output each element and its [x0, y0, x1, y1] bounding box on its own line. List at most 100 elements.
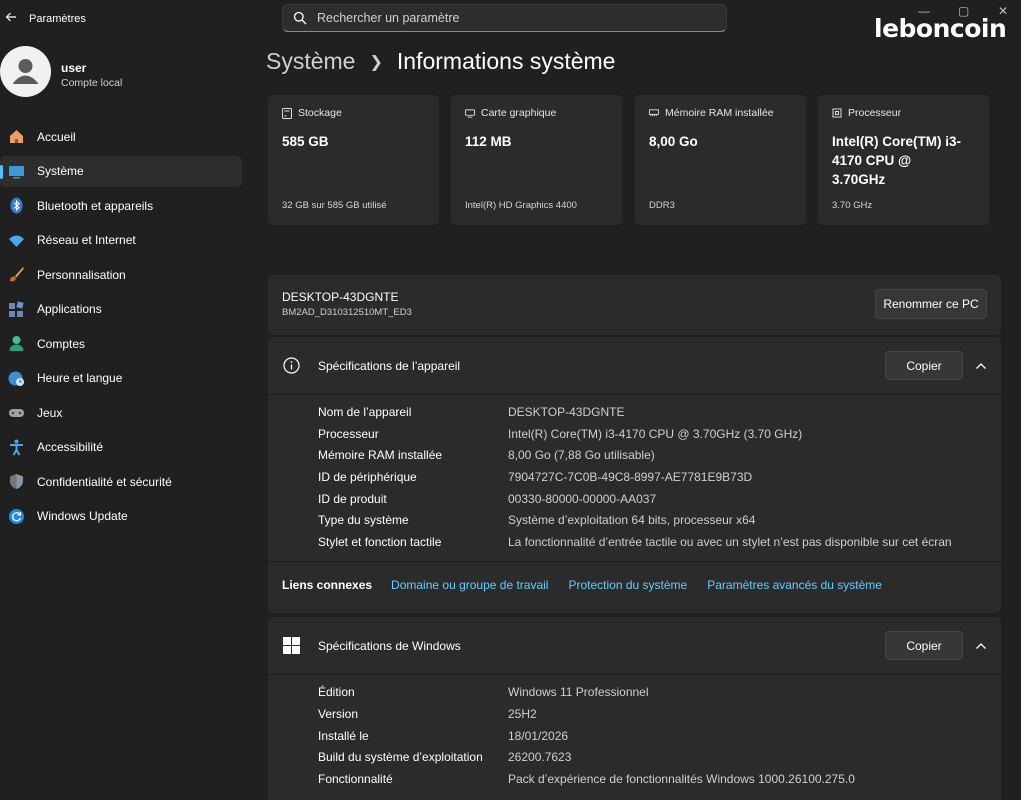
spec-label: Installé le [318, 729, 369, 743]
card-title: Processeur [848, 107, 902, 119]
accessibility-icon [7, 438, 25, 456]
card-title: Stockage [298, 107, 342, 119]
spec-value: 26200.7623 [508, 750, 572, 764]
back-button[interactable] [0, 6, 22, 28]
spec-row: Version 25H2 [318, 707, 537, 728]
device-specs-header[interactable]: Spécifications de l’appareil Copier [268, 337, 1001, 394]
card-title: Mémoire RAM installée [665, 107, 774, 119]
sidebar-item-label: Heure et langue [37, 371, 123, 385]
sidebar-item-label: Bluetooth et appareils [37, 198, 154, 213]
update-icon [7, 507, 25, 525]
spec-value: Système d’exploitation 64 bits, processe… [508, 513, 756, 527]
rename-pc-button[interactable]: Renommer ce PC [875, 289, 987, 319]
ram-icon [649, 108, 659, 118]
sidebar-item-confidentialite[interactable]: Confidentialité et sécurité [0, 466, 242, 497]
device-name: DESKTOP-43DGNTE [282, 290, 399, 304]
device-name-panel: DESKTOP-43DGNTE BM2AD_D310312510MT_ED3 R… [268, 275, 1001, 335]
chevron-up-icon[interactable] [974, 359, 988, 373]
sidebar-item-personnalisation[interactable]: Personnalisation [0, 259, 242, 290]
sidebar-item-label: Comptes [37, 336, 86, 351]
spec-row: Type du système Système d’exploitation 64… [318, 513, 755, 534]
chevron-up-icon[interactable] [974, 639, 988, 653]
wifi-icon [7, 231, 25, 249]
sidebar-item-bluetooth[interactable]: Bluetooth et appareils [0, 190, 242, 221]
spec-value: 00330-80000-00000-AA037 [508, 492, 657, 506]
sidebar-item-label: Système [37, 164, 84, 178]
sidebar-item-comptes[interactable]: Comptes [0, 328, 242, 359]
sidebar-item-reseau[interactable]: Réseau et Internet [0, 225, 242, 256]
person-icon [7, 335, 25, 353]
divider [268, 674, 1001, 675]
sidebar-item-label: Confidentialité et sécurité [37, 474, 172, 489]
device-specs-title: Spécifications de l’appareil [318, 359, 461, 373]
avatar[interactable] [0, 46, 51, 97]
user-account-type: Compte local [61, 77, 123, 89]
card-subtitle: Intel(R) HD Graphics 4400 [465, 200, 577, 211]
spec-label: Stylet et fonction tactile [318, 535, 442, 549]
link-parametres-avances[interactable]: Paramètres avancés du système [707, 578, 882, 592]
sidebar-item-label: Réseau et Internet [37, 233, 136, 247]
spec-row: Nom de l’appareil DESKTOP-43DGNTE [318, 405, 624, 426]
spec-row: ID de produit 00330-80000-00000-AA037 [318, 492, 656, 513]
copy-device-specs-button[interactable]: Copier [885, 351, 963, 380]
spec-row: Mémoire RAM installée 8,00 Go (7,88 Go ut… [318, 448, 655, 469]
spec-value: Intel(R) Core(TM) i3-4170 CPU @ 3.70GHz … [508, 427, 803, 441]
card-memoire-ram[interactable]: Mémoire RAM installée 8,00 Go DDR3 [635, 95, 806, 225]
summary-cards: Stockage 585 GB 32 GB sur 585 GB utilisé… [268, 95, 989, 225]
breadcrumb-parent[interactable]: Système [266, 48, 355, 75]
sidebar-item-label: Accueil [37, 129, 76, 144]
app-title: Paramètres [29, 13, 86, 25]
card-value: 585 GB [282, 134, 329, 149]
sidebar-item-applications[interactable]: Applications [0, 294, 242, 325]
sidebar-item-windows-update[interactable]: Windows Update [0, 501, 242, 532]
home-icon [7, 128, 25, 146]
card-processeur[interactable]: Processeur Intel(R) Core(TM) i3-4170 CPU… [818, 95, 989, 225]
bluetooth-icon [7, 197, 25, 215]
spec-value: Pack d’expérience de fonctionnalités Win… [508, 772, 855, 786]
monitor-icon [7, 162, 25, 180]
spec-label: Processeur [318, 427, 379, 441]
user-name: user [61, 61, 87, 75]
device-model: BM2AD_D310312510MT_ED3 [282, 307, 412, 318]
spec-label: Version [318, 707, 359, 721]
storage-icon [282, 107, 292, 119]
sidebar-nav: Accueil Système Bluetooth et appareils R… [0, 121, 242, 535]
gamepad-icon [7, 404, 25, 422]
watermark-logo: leboncoin [874, 14, 1007, 43]
sidebar-item-systeme[interactable]: Système [0, 155, 242, 187]
spec-value: 25H2 [508, 707, 537, 721]
sidebar-item-heure[interactable]: Heure et langue [0, 363, 242, 394]
search-box[interactable] [282, 4, 727, 32]
spec-value: 7904727C-7C0B-49C8-8997-AE7781E9B73D [508, 470, 753, 484]
sidebar-item-accessibilite[interactable]: Accessibilité [0, 432, 242, 463]
card-stockage[interactable]: Stockage 585 GB 32 GB sur 585 GB utilisé [268, 95, 439, 225]
spec-label: Édition [318, 685, 355, 699]
spec-value: Windows 11 Professionnel [508, 685, 649, 699]
info-icon [283, 357, 301, 375]
link-domaine[interactable]: Domaine ou groupe de travail [391, 578, 548, 592]
sidebar-item-label: Accessibilité [37, 440, 104, 454]
windows-specs-title: Spécifications de Windows [318, 639, 461, 653]
card-title: Carte graphique [481, 107, 557, 119]
card-value: Intel(R) Core(TM) i3-4170 CPU @ 3.70GHz [832, 134, 961, 187]
windows-specs-header[interactable]: Spécifications de Windows Copier [268, 617, 1001, 674]
spec-value: 18/01/2026 [508, 729, 569, 743]
breadcrumb: Système ❯ Informations système [266, 48, 615, 75]
spec-label: Build du système d’exploitation [318, 750, 483, 764]
chevron-right-icon: ❯ [369, 53, 383, 71]
card-value: 112 MB [465, 134, 512, 149]
sidebar-item-jeux[interactable]: Jeux [0, 397, 242, 428]
shield-icon [7, 473, 25, 491]
link-protection-systeme[interactable]: Protection du système [568, 578, 687, 592]
card-carte-graphique[interactable]: Carte graphique 112 MB Intel(R) HD Graph… [451, 95, 622, 225]
card-subtitle: 3.70 GHz [832, 200, 873, 211]
sidebar-item-label: Jeux [37, 405, 63, 420]
copy-windows-specs-button[interactable]: Copier [885, 631, 963, 660]
gpu-icon [465, 108, 475, 118]
sidebar-item-label: Personnalisation [37, 267, 126, 282]
spec-value: DESKTOP-43DGNTE [508, 405, 625, 419]
cpu-icon [832, 108, 842, 118]
card-subtitle: DDR3 [649, 200, 675, 211]
sidebar-item-accueil[interactable]: Accueil [0, 121, 242, 152]
search-input[interactable] [317, 11, 697, 25]
